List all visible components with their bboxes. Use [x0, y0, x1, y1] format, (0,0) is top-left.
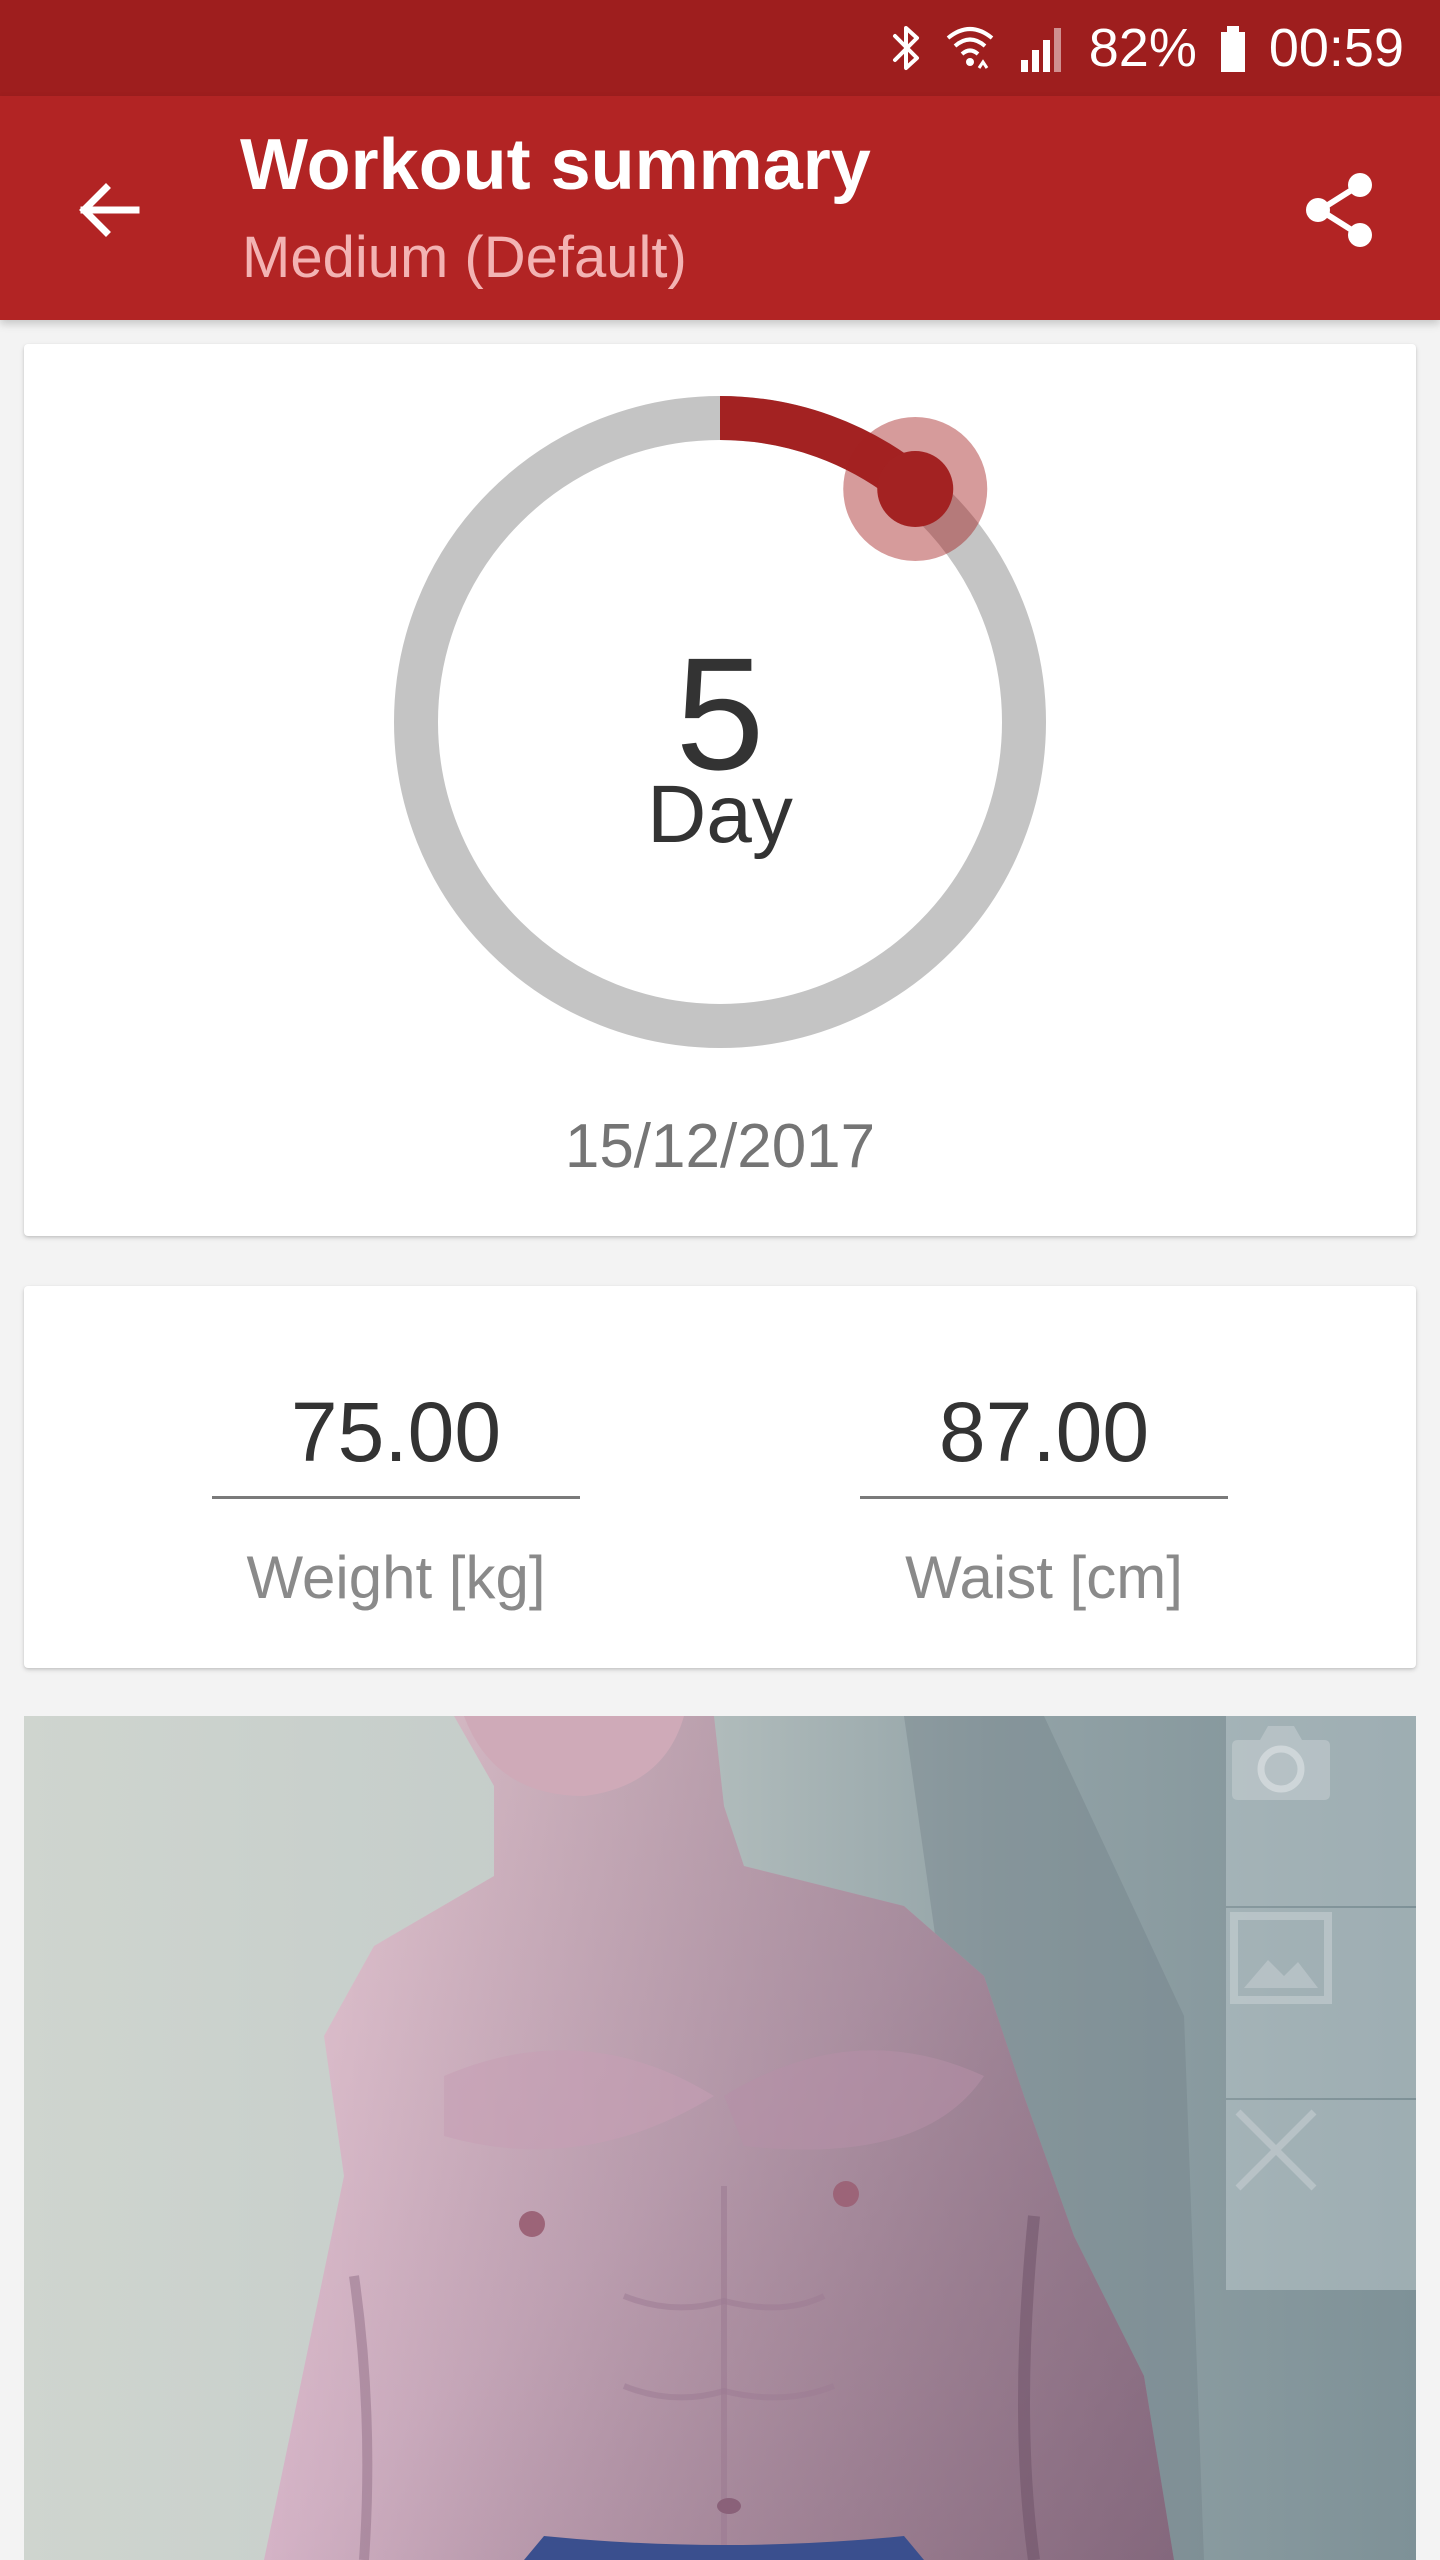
app-bar: Workout summary Medium (Default)	[0, 96, 1440, 320]
progress-card: 5 Day 15/12/2017	[24, 344, 1416, 1236]
torso-photo-illustration	[264, 1716, 1204, 2560]
workout-date: 15/12/2017	[564, 1112, 876, 1181]
status-bar: 82% 00:59	[0, 0, 1440, 96]
gallery-button[interactable]	[1226, 1908, 1416, 2098]
page-title: Workout summary	[240, 125, 871, 205]
camera-button[interactable]	[1226, 1716, 1416, 1906]
weight-underline	[212, 1496, 580, 1499]
progress-photo	[24, 1716, 1416, 2560]
back-button[interactable]	[50, 152, 170, 272]
arrow-back-icon	[74, 174, 146, 251]
photo-actions	[1226, 1716, 1416, 2292]
weight-value[interactable]: 75.00	[212, 1390, 580, 1474]
signal-icon	[1017, 22, 1067, 74]
waist-value[interactable]: 87.00	[860, 1390, 1228, 1474]
battery-icon	[1219, 22, 1247, 74]
day-label: Day	[647, 769, 793, 860]
remove-photo-button[interactable]	[1226, 2100, 1416, 2290]
clock: 00:59	[1268, 18, 1404, 78]
page-subtitle: Medium (Default)	[242, 225, 687, 290]
wifi-icon	[945, 22, 995, 74]
share-icon	[1300, 170, 1380, 255]
status-icons: 82% 00:59	[889, 0, 1404, 96]
weight-field[interactable]: 75.00 Weight [kg]	[212, 1286, 580, 1668]
share-button[interactable]	[1280, 152, 1400, 272]
waist-underline	[860, 1496, 1228, 1499]
progress-knob	[877, 450, 954, 527]
battery-percent: 82%	[1088, 18, 1197, 78]
waist-label: Waist [cm]	[905, 1544, 1183, 1611]
weight-label: Weight [kg]	[246, 1544, 546, 1611]
bluetooth-icon	[889, 22, 923, 74]
waist-field[interactable]: 87.00 Waist [cm]	[860, 1286, 1228, 1668]
measurements-card: 75.00 Weight [kg] 87.00 Waist [cm]	[24, 1286, 1416, 1668]
